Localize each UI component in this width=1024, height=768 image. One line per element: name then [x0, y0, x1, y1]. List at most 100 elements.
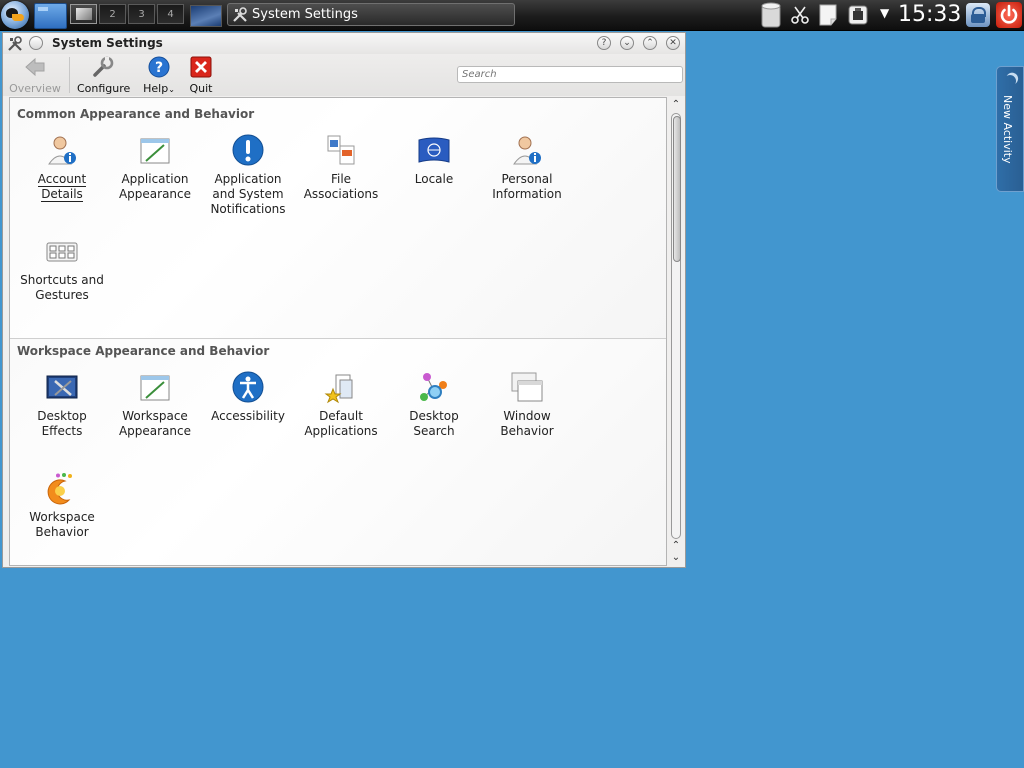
- vertical-scrollbar[interactable]: ⌃ ⌃ ⌄: [669, 97, 683, 566]
- maximize-button[interactable]: ⌃: [643, 36, 657, 50]
- activity-icon: [1002, 73, 1018, 89]
- file-associations-icon: [327, 135, 355, 165]
- quit-icon: [190, 56, 212, 78]
- configure-label: Configure: [77, 82, 131, 95]
- item-locale[interactable]: Locale: [388, 134, 480, 187]
- window-titlebar[interactable]: System Settings ? ⌄ ⌃ ✕: [3, 33, 685, 54]
- help-button[interactable]: ?: [597, 36, 611, 50]
- settings-content: Common Appearance and Behavior Account D…: [9, 97, 667, 566]
- scroll-down-arrow-icon[interactable]: ⌄: [669, 552, 683, 564]
- pager-desktop-4[interactable]: 4: [157, 4, 184, 24]
- item-window-behavior[interactable]: Window Behavior: [481, 371, 573, 439]
- scroll-up-arrow-icon[interactable]: ⌃: [669, 99, 683, 111]
- application-launcher-icon[interactable]: [1, 1, 29, 29]
- task-title: System Settings: [252, 7, 358, 22]
- help-menu-button[interactable]: ? Help⌄: [141, 56, 177, 95]
- wrench-icon: [93, 56, 114, 77]
- item-accessibility[interactable]: Accessibility: [202, 371, 294, 424]
- user-info-icon: [48, 136, 76, 165]
- item-label: Shortcuts and Gestures: [20, 273, 104, 302]
- pager-desktop-3[interactable]: 3: [128, 4, 155, 24]
- window-title: System Settings: [52, 36, 163, 50]
- section-workspace: Workspace Appearance and Behavior Deskto…: [10, 339, 666, 565]
- item-label: Default Applications: [304, 409, 378, 438]
- item-label: Application and System Notifications: [210, 172, 286, 216]
- item-label: Account Details: [37, 172, 87, 202]
- folder-view-icon[interactable]: [34, 3, 67, 29]
- item-label: Window Behavior: [500, 409, 554, 438]
- keyboard-icon: [46, 242, 78, 262]
- toolbar-separator: [69, 57, 70, 93]
- quit-label: Quit: [189, 82, 213, 95]
- network-icon[interactable]: [848, 5, 868, 25]
- scroll-track[interactable]: [671, 113, 681, 539]
- workspace-behavior-icon: [47, 473, 72, 505]
- taskbar-task-system-settings[interactable]: System Settings: [227, 3, 515, 26]
- help-label: Help⌄: [143, 82, 175, 95]
- clock[interactable]: 15:33: [898, 0, 961, 30]
- taskbar: 2 3 4 System Settings ▼ 15:33: [0, 0, 1024, 31]
- item-label: Locale: [414, 172, 454, 186]
- notification-icon: [232, 134, 264, 166]
- svg-text:?: ?: [155, 60, 163, 76]
- pager-desktop-2[interactable]: 2: [99, 4, 126, 24]
- tools-icon: [233, 6, 247, 22]
- desktop-search-icon: [420, 373, 447, 401]
- accessibility-icon: [232, 371, 264, 403]
- trash-icon[interactable]: [759, 1, 783, 29]
- section-title-workspace: Workspace Appearance and Behavior: [17, 344, 270, 358]
- windows-icon: [511, 372, 543, 402]
- pager-desktop-1[interactable]: [70, 4, 97, 24]
- help-icon: ?: [148, 56, 170, 78]
- back-arrow-icon: [25, 57, 45, 77]
- item-notifications[interactable]: Application and System Notifications: [202, 134, 294, 217]
- item-account-details[interactable]: Account Details: [16, 134, 108, 202]
- item-label: Personal Information: [492, 172, 562, 201]
- tools-icon[interactable]: [7, 36, 23, 52]
- item-shortcuts-gestures[interactable]: Shortcuts and Gestures: [16, 235, 108, 303]
- power-icon: [1000, 4, 1018, 24]
- quit-button[interactable]: Quit: [185, 56, 217, 95]
- lock-screen-icon[interactable]: [966, 3, 990, 27]
- minimize-button[interactable]: ⌄: [620, 36, 634, 50]
- new-activity-label: New Activity: [1001, 95, 1014, 164]
- notes-icon[interactable]: [819, 4, 837, 26]
- user-info-icon: [513, 136, 541, 165]
- scissors-icon[interactable]: [791, 6, 809, 24]
- section-common: Common Appearance and Behavior Account D…: [10, 98, 666, 338]
- item-application-appearance[interactable]: Application Appearance: [109, 134, 201, 202]
- scroll-step-up-arrow-icon[interactable]: ⌃: [669, 540, 683, 552]
- overview-button[interactable]: Overview: [9, 56, 61, 95]
- logout-power-icon[interactable]: [996, 2, 1022, 28]
- desktop-pager: 2 3 4: [70, 4, 184, 26]
- item-label: Desktop Search: [409, 409, 459, 438]
- item-default-applications[interactable]: Default Applications: [295, 371, 387, 439]
- appearance-icon: [140, 138, 170, 164]
- tray-expand-arrow[interactable]: ▼: [880, 6, 889, 20]
- item-label: Accessibility: [211, 409, 285, 423]
- un-flag-icon: [418, 137, 450, 163]
- item-personal-information[interactable]: Personal Information: [481, 134, 573, 202]
- item-workspace-appearance[interactable]: Workspace Appearance: [109, 371, 201, 439]
- item-label: Workspace Appearance: [118, 409, 192, 438]
- window-menu-button[interactable]: [29, 36, 43, 50]
- configure-button[interactable]: Configure: [77, 56, 131, 95]
- new-activity-button[interactable]: New Activity: [996, 66, 1024, 192]
- desktop-effects-icon: [46, 375, 78, 399]
- section-title-common: Common Appearance and Behavior: [17, 107, 255, 121]
- close-button[interactable]: ✕: [666, 36, 680, 50]
- item-desktop-search[interactable]: Desktop Search: [388, 371, 480, 439]
- scroll-thumb[interactable]: [673, 116, 681, 262]
- item-label: Desktop Effects: [37, 409, 87, 438]
- default-apps-icon: [324, 374, 353, 404]
- item-file-associations[interactable]: File Associations: [295, 134, 387, 202]
- item-desktop-effects[interactable]: Desktop Effects: [16, 371, 108, 439]
- item-label: Application Appearance: [118, 172, 192, 201]
- item-workspace-behavior[interactable]: Workspace Behavior: [16, 472, 108, 540]
- overview-label: Overview: [9, 82, 61, 95]
- window-thumbnail[interactable]: [190, 5, 222, 27]
- search-input[interactable]: [457, 66, 683, 83]
- system-settings-window: System Settings ? ⌄ ⌃ ✕ Overview Configu…: [2, 32, 686, 568]
- item-label: File Associations: [303, 172, 379, 201]
- appearance-icon: [140, 375, 170, 401]
